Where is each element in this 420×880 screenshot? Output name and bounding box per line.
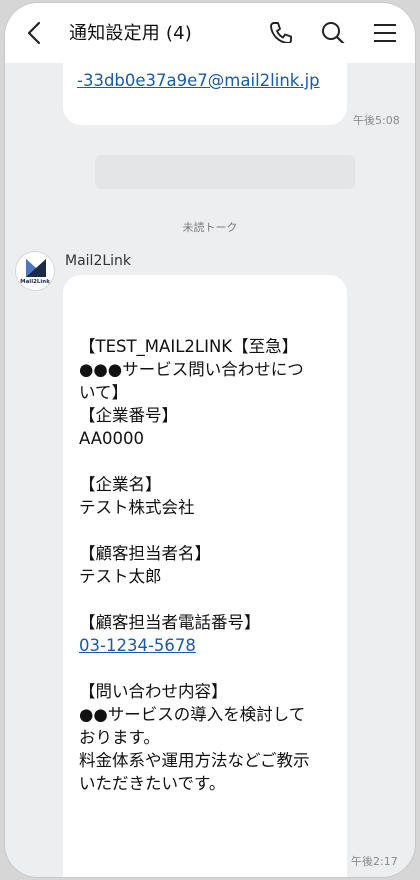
back-button[interactable] (23, 19, 47, 47)
message-line: 料金体系や運用方法などご教示 (79, 751, 310, 770)
message-gap (79, 588, 347, 611)
message-line: ●●サービスの導入を検討して (79, 705, 306, 724)
phone-frame: 通知設定用 (4) -33db0e37a9e7@mail2link.jp 午後5… (4, 2, 416, 878)
menu-button[interactable] (371, 19, 399, 47)
message-line: 【企業番号】 (79, 406, 178, 425)
message-gap (79, 657, 347, 680)
message-line: 【顧客担当者電話番号】 (79, 613, 261, 632)
message-bubble: -33db0e37a9e7@mail2link.jp (63, 43, 347, 125)
avatar[interactable]: Mail2Link (15, 251, 55, 291)
message-line: テスト太郎 (79, 567, 162, 586)
unread-divider: 未読トーク (182, 221, 238, 234)
message-gap (79, 450, 347, 473)
message-line: 【顧客担当者名】 (79, 544, 211, 563)
blurred-content (95, 155, 355, 189)
email-link[interactable]: -33db0e37a9e7@mail2link.jp (77, 71, 320, 90)
sender-name: Mail2Link (65, 253, 132, 269)
message-line: テスト株式会社 (79, 498, 195, 517)
message-line: 【TEST_MAIL2LINK【至急】 (79, 337, 299, 356)
message-line: いて】 (79, 383, 129, 402)
chat-title: 通知設定用 (4) (69, 23, 193, 44)
message-line: いただきたいです。 (79, 774, 226, 793)
message-bubble-main: 【TEST_MAIL2LINK【至急】 ●●●サービス問い合わせにつ いて】【企業番… (63, 275, 347, 877)
avatar-label: Mail2Link (20, 279, 50, 285)
message-line: AA0000 (79, 429, 145, 448)
message-line: 【問い合わせ内容】 (79, 682, 228, 701)
chevron-left-icon (27, 21, 41, 45)
phone-link[interactable]: 03-1234-5678 (79, 634, 347, 657)
message-line: おります。 (79, 728, 160, 747)
message-line: 【企業名】 (79, 475, 162, 494)
mail2link-logo-icon (26, 259, 46, 277)
hamburger-menu-icon (374, 24, 396, 42)
message-time-main: 午後2:17 (351, 855, 398, 868)
message-time: 午後5:08 (353, 114, 400, 127)
message-gap (79, 519, 347, 542)
message-line: ●●●サービス問い合わせにつ (79, 360, 304, 379)
message-text: 【TEST_MAIL2LINK【至急】 ●●●サービス問い合わせにつ いて】【企業番… (79, 335, 347, 795)
